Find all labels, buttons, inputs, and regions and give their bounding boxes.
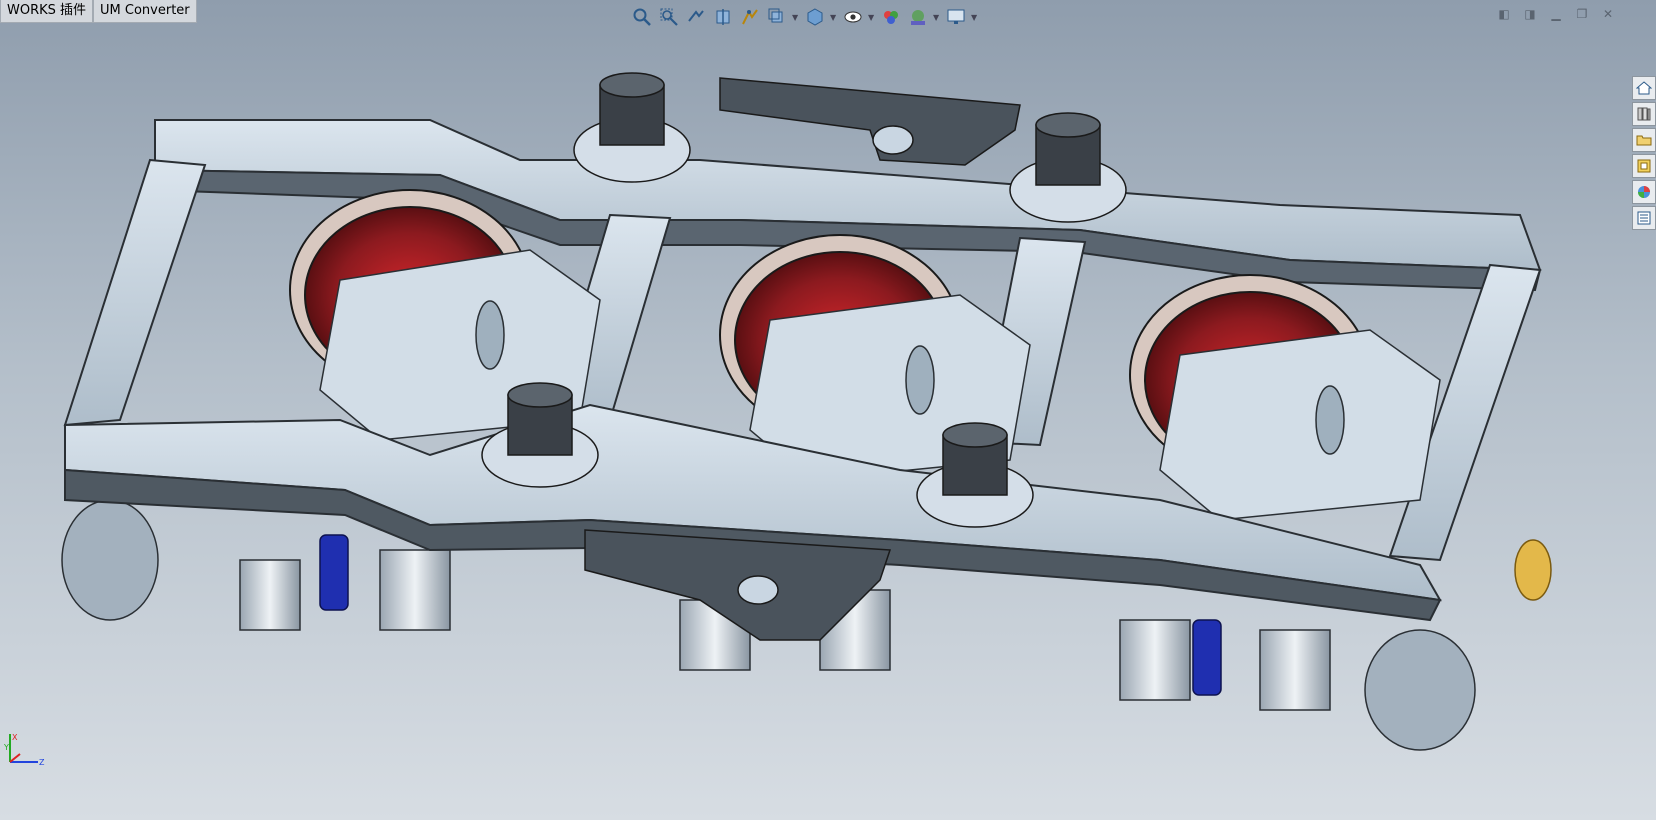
lateral-stop — [1514, 539, 1552, 601]
tab-um-converter[interactable]: UM Converter — [93, 0, 197, 23]
apply-scene-icon[interactable] — [906, 5, 930, 29]
previous-view-icon[interactable] — [684, 5, 708, 29]
chevron-down-icon[interactable]: ▼ — [868, 13, 876, 22]
chevron-down-icon[interactable]: ▼ — [830, 13, 838, 22]
viewport-window-controls: ◧ ◨ ▁ ❐ ✕ — [1496, 6, 1616, 22]
chevron-down-icon[interactable]: ▼ — [792, 13, 800, 22]
custom-properties-icon[interactable] — [1632, 206, 1656, 230]
edit-appearance-icon[interactable] — [879, 5, 903, 29]
task-pane-tabs — [1632, 76, 1656, 230]
tab-works-plugin[interactable]: WORKS 插件 — [0, 0, 94, 23]
bogie-3d-model[interactable] — [0, 0, 1656, 820]
appearances-icon[interactable] — [1632, 180, 1656, 204]
view-settings-icon[interactable] — [944, 5, 968, 29]
view-orientation-icon[interactable] — [765, 5, 789, 29]
zoom-to-area-icon[interactable] — [657, 5, 681, 29]
chevron-down-icon[interactable]: ▼ — [933, 13, 941, 22]
home-icon[interactable] — [1632, 76, 1656, 100]
triad-x-label: X — [12, 733, 18, 742]
triad-y-label: Y — [3, 743, 9, 752]
command-manager-tabs: WORKS 插件 UM Converter — [0, 0, 197, 24]
graphics-area[interactable]: WORKS 插件 UM Converter ▼ ▼ ▼ ▼ ▼ ◧ ◨ ▁ ❐ … — [0, 0, 1656, 820]
reference-triad: X Y Z — [3, 733, 45, 767]
dynamic-annotation-views-icon[interactable] — [738, 5, 762, 29]
hide-show-items-icon[interactable] — [841, 5, 865, 29]
minimize-icon[interactable]: ▁ — [1548, 6, 1564, 22]
view-palette-icon[interactable] — [1632, 154, 1656, 178]
heads-up-view-toolbar: ▼ ▼ ▼ ▼ ▼ — [630, 3, 979, 31]
section-view-icon[interactable] — [711, 5, 735, 29]
next-viewport-icon[interactable]: ◨ — [1522, 6, 1538, 22]
display-style-icon[interactable] — [803, 5, 827, 29]
file-explorer-icon[interactable] — [1632, 128, 1656, 152]
close-icon[interactable]: ✕ — [1600, 6, 1616, 22]
triad-z-label: Z — [39, 758, 45, 767]
design-library-icon[interactable] — [1632, 102, 1656, 126]
previous-viewport-icon[interactable]: ◧ — [1496, 6, 1512, 22]
restore-icon[interactable]: ❐ — [1574, 6, 1590, 22]
chevron-down-icon[interactable]: ▼ — [971, 13, 979, 22]
zoom-to-fit-icon[interactable] — [630, 5, 654, 29]
